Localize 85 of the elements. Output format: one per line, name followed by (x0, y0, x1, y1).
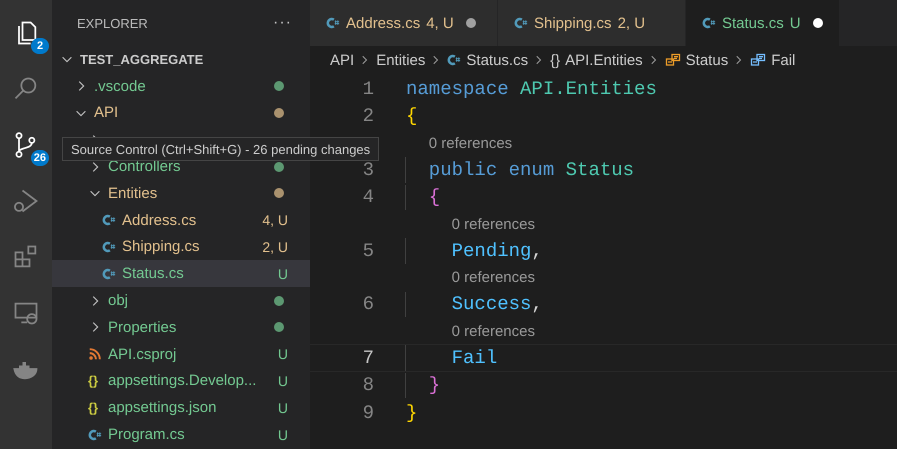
git-status: U (278, 372, 288, 389)
file-name: Program.cs (108, 426, 186, 444)
namespace-icon: {} (550, 52, 560, 68)
file-name: Address.cs (122, 212, 198, 229)
file-name: Properties (108, 318, 178, 336)
tree-item[interactable]: Address.cs 4, U (52, 206, 310, 234)
editor-tab[interactable]: Address.cs 4, U (310, 0, 498, 46)
file-name: Entities (108, 184, 158, 202)
line-number: 2 (362, 105, 374, 128)
more-actions-button[interactable]: ··· (269, 14, 296, 32)
tree-item[interactable]: .vscode (52, 72, 310, 100)
git-status: 4, U (262, 212, 288, 228)
csharp-file-icon (447, 53, 462, 67)
file-name: API.csproj (108, 346, 178, 363)
code-line: Fail (405, 345, 498, 370)
csharp-file-icon (702, 16, 716, 30)
csharp-file-icon (102, 213, 116, 228)
tree-item[interactable]: {} appsettings.Develop... U (52, 368, 310, 394)
editor-tab[interactable]: Status.cs U (686, 0, 840, 46)
line-number: 9 (362, 402, 374, 424)
line-number: 6 (362, 293, 374, 316)
tree-item[interactable]: {} appsettings.json U (52, 394, 310, 422)
tree-item[interactable]: Properties (52, 314, 310, 341)
tree-item[interactable]: TEST_AGGREGATE (52, 46, 310, 73)
codelens-link[interactable]: 0 references (310, 264, 897, 290)
file-name: API (94, 104, 120, 122)
git-status: 2, U (262, 238, 288, 255)
file-name: .vscode (94, 78, 147, 95)
git-status: U (278, 426, 288, 443)
line-number: 1 (362, 78, 374, 100)
count-badge: 26 (30, 150, 49, 166)
line-number: 3 (362, 158, 374, 181)
breadcrumb-item[interactable]: API (330, 52, 354, 68)
file-name: Controllers (108, 158, 182, 176)
enum-icon (750, 52, 766, 68)
tree-item[interactable]: obj (52, 287, 310, 314)
code-line: } (405, 372, 440, 398)
tree-item[interactable]: Shipping.cs 2, U (52, 234, 310, 260)
code-line: public enum Status (405, 157, 634, 182)
json-file-icon: {} (88, 373, 102, 388)
tree-item[interactable]: Status.cs U (52, 260, 310, 288)
breadcrumb-item[interactable]: API.Entities (565, 52, 643, 68)
csharp-file-icon (326, 16, 340, 30)
line-number: 5 (362, 240, 374, 262)
tooltip: Source Control (Ctrl+Shift+G) - 26 pending changes (62, 137, 380, 161)
code-line: Success, (405, 292, 543, 317)
unsaved-dot-icon[interactable] (812, 18, 823, 28)
codelens-link[interactable]: 0 references (310, 318, 897, 344)
line-number: 7 (362, 346, 374, 369)
file-name: appsettings.json (108, 399, 218, 416)
line-number: 8 (362, 374, 374, 396)
unsaved-dot-icon[interactable] (466, 18, 476, 28)
tree-item[interactable]: API (52, 100, 310, 126)
tree-item[interactable]: API.csproj U (52, 340, 310, 368)
editor-tab[interactable]: Shipping.cs 2, U (498, 0, 686, 46)
enum-icon (664, 52, 681, 68)
count-badge: 2 (31, 38, 49, 54)
code-line: Pending, (405, 238, 543, 264)
breadcrumb-item[interactable]: Status.cs (466, 52, 528, 68)
json-file-icon: {} (88, 400, 102, 416)
code-line: { (406, 104, 418, 129)
code-line: } (406, 400, 418, 426)
file-name: obj (108, 292, 130, 310)
line-number: 4 (362, 186, 374, 208)
file-name: Status.cs (122, 265, 185, 282)
rss-file-icon (88, 347, 102, 362)
breadcrumb-item[interactable]: Status (686, 52, 728, 68)
file-name: appsettings.Develop... (108, 372, 258, 390)
codelens-link[interactable]: 0 references (310, 211, 897, 237)
csharp-file-icon (88, 428, 102, 442)
breadcrumb-item[interactable]: Entities (376, 52, 426, 68)
git-status: U (278, 400, 288, 416)
csharp-file-icon (102, 266, 116, 281)
code-line: { (405, 184, 440, 210)
git-status: U (278, 266, 288, 282)
tree-item[interactable]: Entities (52, 180, 310, 207)
file-name: Shipping.cs (122, 238, 201, 256)
git-status: U (278, 346, 288, 362)
csharp-file-icon (514, 16, 528, 30)
csharp-file-icon (102, 240, 116, 254)
sidebar-title: EXPLORER (77, 16, 148, 30)
tree-item[interactable]: Program.cs U (52, 421, 310, 448)
code-line: namespace API.Entities (406, 76, 657, 102)
file-name: TEST_AGGREGATE (80, 52, 204, 67)
breadcrumb-item[interactable]: Fail (771, 52, 796, 68)
